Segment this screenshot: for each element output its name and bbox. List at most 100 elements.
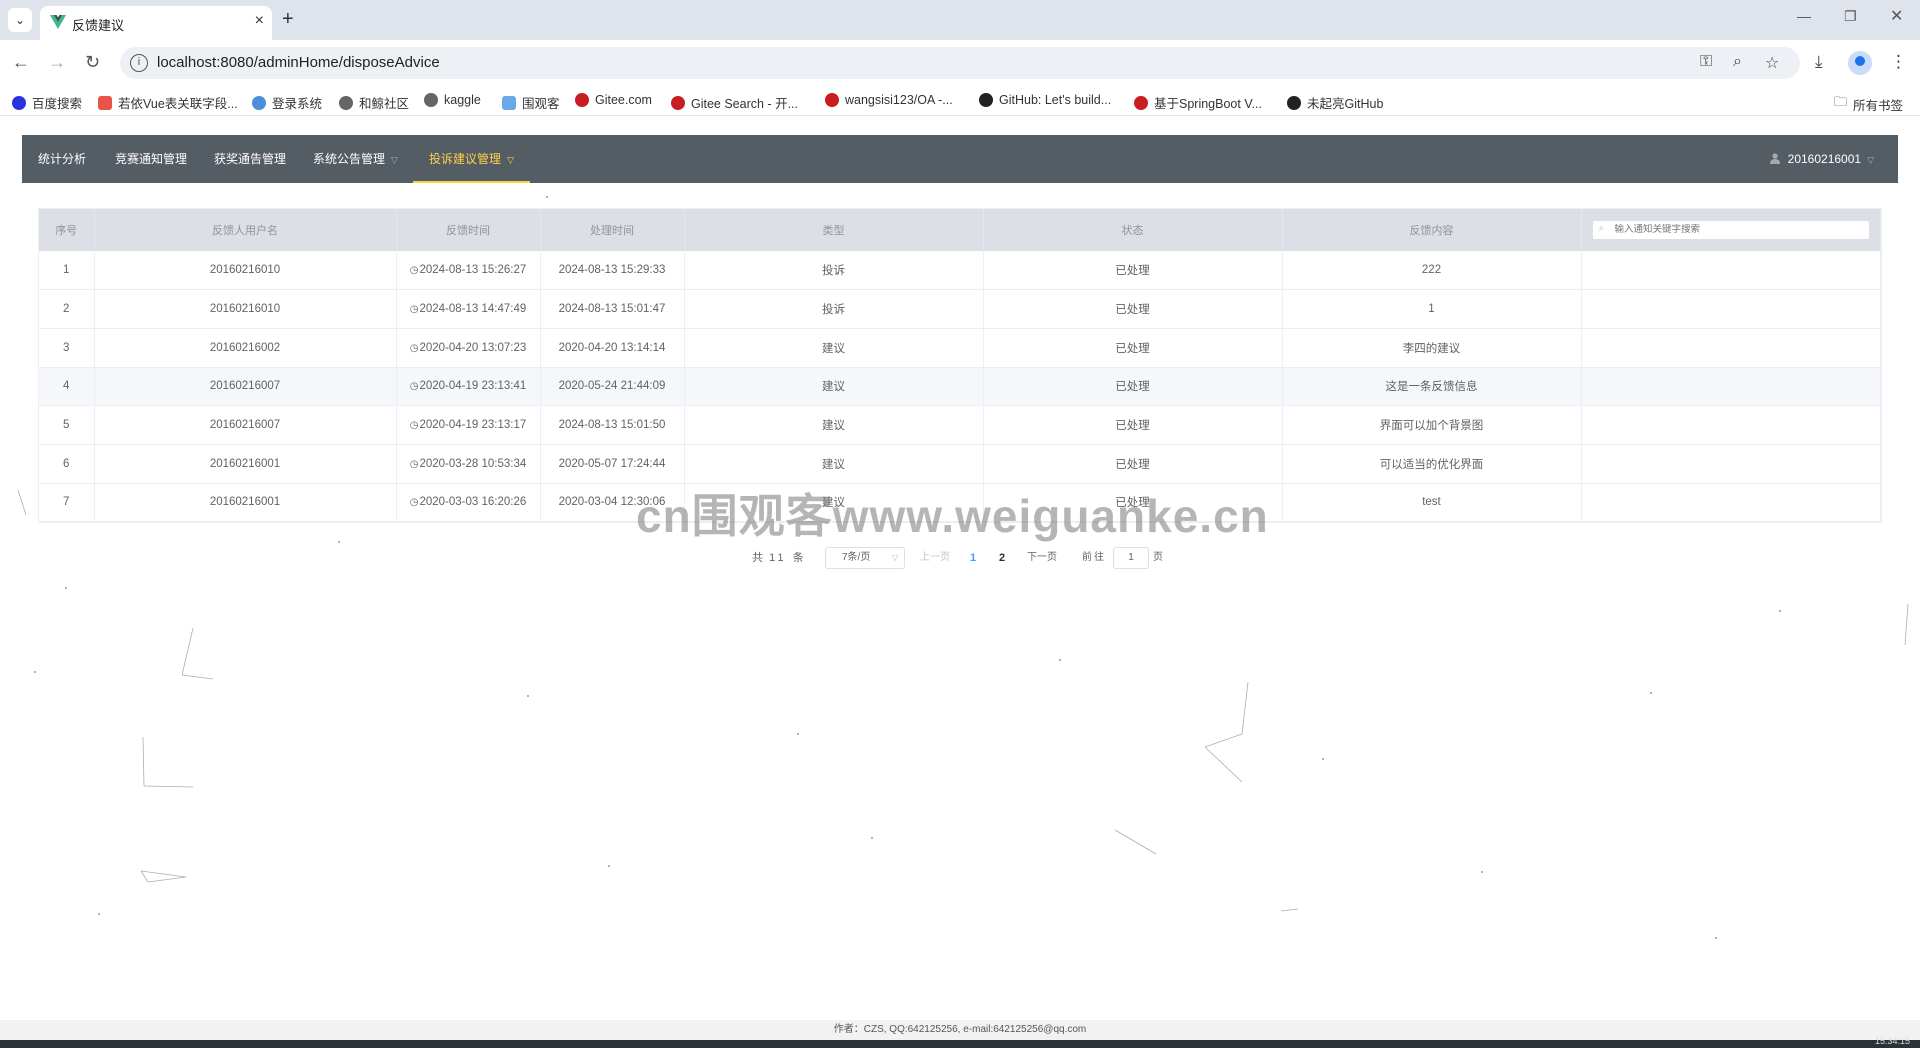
watermark-text: cn围观客www.weiguanke.cn bbox=[636, 490, 1269, 542]
cell-no: 5 bbox=[39, 405, 95, 445]
download-icon[interactable]: ⤓ bbox=[1815, 52, 1823, 72]
search-icon: ⌕ bbox=[1598, 223, 1605, 234]
bookmark-item[interactable]: 百度搜索 bbox=[12, 93, 82, 112]
cell-content: 这是一条反馈信息 bbox=[1282, 367, 1582, 407]
cell-content: 1 bbox=[1282, 289, 1582, 329]
more-menu-icon[interactable]: ⋮ bbox=[1890, 52, 1907, 72]
taskbar-clock: 15:34:15 bbox=[1874, 1036, 1910, 1046]
gitee-icon bbox=[575, 93, 589, 107]
zoom-icon[interactable]: ⌕ bbox=[1733, 53, 1742, 71]
bookmark-item[interactable]: 登录系统 bbox=[252, 93, 322, 112]
table-row[interactable]: 2 20160216010 ◷2024-08-13 14:47:49 2024-… bbox=[39, 289, 1881, 329]
cell-actions bbox=[1581, 251, 1881, 291]
column-header-feedback-time[interactable]: 反馈时间 bbox=[396, 209, 541, 251]
page-number-2[interactable]: 2 bbox=[999, 547, 1005, 569]
bookmark-item[interactable]: 未起亮GitHub bbox=[1287, 93, 1383, 112]
clock-icon: ◷ bbox=[409, 497, 419, 509]
bookmark-item[interactable]: Gitee Search - 开... bbox=[671, 93, 798, 112]
cell-content: 可以适当的优化界面 bbox=[1282, 444, 1582, 484]
pagination-total: 共 11 条 bbox=[752, 552, 804, 564]
cell-no: 4 bbox=[39, 367, 95, 407]
bookmark-item[interactable]: kaggle bbox=[424, 93, 481, 107]
bookmark-item[interactable]: 若依Vue表关联字段... bbox=[98, 93, 238, 112]
goto-page-input[interactable]: 1 bbox=[1113, 547, 1149, 569]
grid-icon bbox=[502, 95, 516, 110]
cell-status: 已处理 bbox=[983, 444, 1283, 484]
nav-item-complaint-advice[interactable]: 投诉建议管理 ▽ bbox=[413, 135, 530, 183]
chevron-down-icon: ▽ bbox=[1867, 155, 1874, 165]
search-header-cell: ⌕ bbox=[1581, 209, 1881, 251]
window-close-icon[interactable]: ✕ bbox=[1890, 6, 1903, 26]
next-page-button[interactable]: 下一页 bbox=[1027, 547, 1057, 569]
bookmark-item[interactable]: 围观客 bbox=[502, 93, 560, 112]
cell-user: 20160216010 bbox=[94, 289, 397, 329]
page-number-1[interactable]: 1 bbox=[970, 547, 976, 569]
nav-item-award-notice[interactable]: 获奖通告管理 bbox=[214, 135, 286, 183]
bookmark-item[interactable]: 和鲸社区 bbox=[339, 93, 409, 112]
nav-item-contest-notice[interactable]: 竞赛通知管理 bbox=[115, 135, 187, 183]
chevron-down-icon: ▽ bbox=[891, 553, 898, 562]
tab-search-icon[interactable]: ⌄ bbox=[8, 8, 32, 32]
reload-icon[interactable]: ↻ bbox=[85, 52, 100, 72]
cell-actions bbox=[1581, 444, 1881, 484]
password-key-icon[interactable]: ⚿ bbox=[1700, 53, 1712, 71]
taskbar-strip: 15:34:15 bbox=[0, 1036, 1920, 1048]
site-info-icon[interactable]: i bbox=[130, 54, 148, 72]
all-bookmarks[interactable]: 🗀 所有书签 bbox=[1834, 93, 1903, 115]
close-icon[interactable]: × bbox=[255, 12, 264, 30]
column-header-handle-time[interactable]: 处理时间 bbox=[540, 209, 685, 251]
nav-item-statistics[interactable]: 统计分析 bbox=[38, 135, 86, 183]
clock-icon: ◷ bbox=[409, 381, 419, 393]
bookmark-item[interactable]: Gitee.com bbox=[575, 93, 652, 107]
cell-feedback-time: ◷2020-03-03 16:20:26 bbox=[396, 483, 541, 523]
folder-icon: 🗀 bbox=[1834, 94, 1848, 109]
bookmark-star-icon[interactable]: ☆ bbox=[1765, 53, 1779, 73]
column-header-user[interactable]: 反馈人用户名 bbox=[94, 209, 397, 251]
user-menu[interactable]: 20160216001 ▽ bbox=[1769, 135, 1874, 183]
page-size-select[interactable]: 7条/页 ▽ bbox=[825, 547, 905, 569]
clock-icon: ◷ bbox=[409, 342, 419, 354]
browser-tab[interactable]: 反馈建议 × bbox=[40, 6, 272, 40]
address-bar[interactable]: i localhost:8080/adminHome/disposeAdvice… bbox=[120, 47, 1800, 79]
url-text: localhost:8080/adminHome/disposeAdvice bbox=[157, 54, 440, 71]
cell-user: 20160216010 bbox=[94, 251, 397, 291]
table-row[interactable]: 1 20160216010 ◷2024-08-13 15:26:27 2024-… bbox=[39, 251, 1881, 291]
search-box: ⌕ bbox=[1591, 220, 1870, 240]
column-header-content[interactable]: 反馈内容 bbox=[1282, 209, 1582, 251]
chevron-down-icon: ▽ bbox=[391, 155, 398, 165]
minimize-icon[interactable]: — bbox=[1797, 8, 1811, 24]
column-header-type[interactable]: 类型 bbox=[684, 209, 984, 251]
column-header-no[interactable]: 序号 bbox=[39, 209, 95, 251]
cell-handle-time: 2024-08-13 15:01:50 bbox=[540, 405, 685, 445]
cell-actions bbox=[1581, 328, 1881, 368]
cell-status: 已处理 bbox=[983, 328, 1283, 368]
back-icon[interactable]: ← bbox=[12, 52, 30, 72]
cell-no: 1 bbox=[39, 251, 95, 291]
table-row[interactable]: 5 20160216007 ◷2020-04-19 23:13:17 2024-… bbox=[39, 405, 1881, 445]
table-row[interactable]: 6 20160216001 ◷2020-03-28 10:53:34 2020-… bbox=[39, 444, 1881, 484]
bookmark-item[interactable]: GitHub: Let's build... bbox=[979, 93, 1111, 107]
search-input[interactable] bbox=[1614, 224, 1855, 235]
nav-item-system-announcement[interactable]: 系统公告管理 ▽ bbox=[313, 135, 398, 183]
table-row[interactable]: 4 20160216007 ◷2020-04-19 23:13:41 2020-… bbox=[39, 367, 1881, 407]
new-tab-icon[interactable]: + bbox=[282, 8, 294, 30]
profile-avatar[interactable] bbox=[1848, 51, 1872, 75]
bookmark-item[interactable]: 基于SpringBoot V... bbox=[1134, 93, 1262, 112]
table-row[interactable]: 3 20160216002 ◷2020-04-20 13:07:23 2020-… bbox=[39, 328, 1881, 368]
cell-actions bbox=[1581, 367, 1881, 407]
cell-no: 2 bbox=[39, 289, 95, 329]
gitee-icon bbox=[825, 93, 839, 107]
clock-icon: ◷ bbox=[409, 265, 419, 277]
cell-user: 20160216007 bbox=[94, 367, 397, 407]
cell-status: 已处理 bbox=[983, 251, 1283, 291]
forward-icon[interactable]: → bbox=[48, 52, 66, 72]
cell-content: 222 bbox=[1282, 251, 1582, 291]
page-footer: 作者：CZS, QQ:642125256, e-mail:642125256@q… bbox=[0, 1020, 1920, 1040]
prev-page-button[interactable]: 上一页 bbox=[920, 547, 950, 569]
bookmark-item[interactable]: wangsisi123/OA -... bbox=[825, 93, 953, 107]
cell-type: 建议 bbox=[684, 328, 984, 368]
column-header-status[interactable]: 状态 bbox=[983, 209, 1283, 251]
bookmarks-bar: 百度搜索 若依Vue表关联字段... 登录系统 和鲸社区 kaggle 围观客 … bbox=[0, 86, 1920, 116]
table-header-row: 序号 反馈人用户名 反馈时间 处理时间 类型 状态 反馈内容 ⌕ bbox=[39, 209, 1881, 251]
restore-icon[interactable]: ❐ bbox=[1844, 8, 1857, 25]
